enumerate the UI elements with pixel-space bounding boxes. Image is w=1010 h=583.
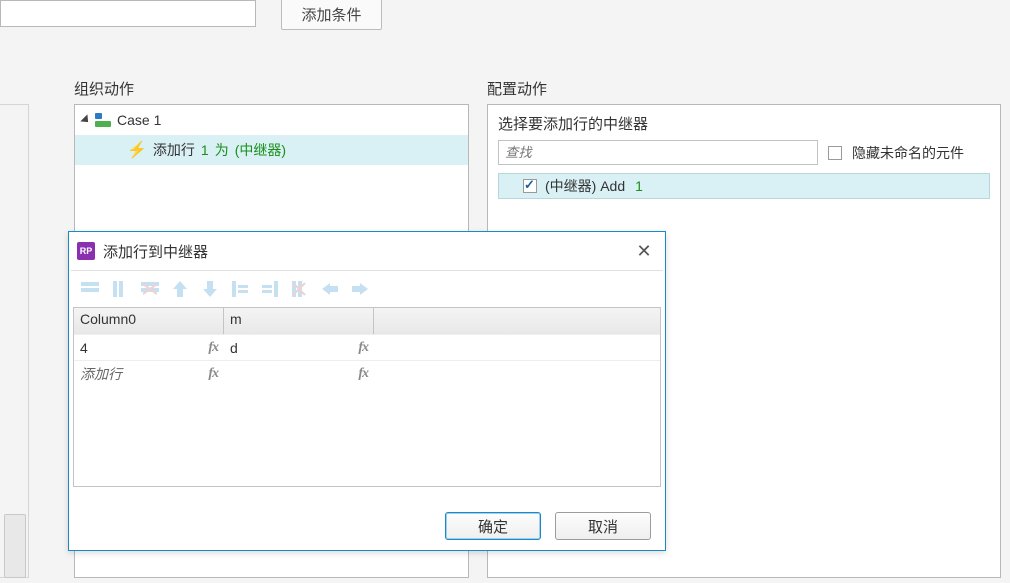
cell-value: d bbox=[230, 340, 238, 356]
cell-value: 添加行 bbox=[80, 364, 122, 384]
column-header-1[interactable]: m bbox=[224, 308, 374, 334]
grid-cell[interactable]: 添加行 fx bbox=[74, 361, 224, 386]
move-down-icon[interactable] bbox=[199, 280, 221, 298]
add-condition-button[interactable]: 添加条件 bbox=[281, 0, 382, 30]
dialog-title: 添加行到中继器 bbox=[103, 241, 633, 262]
grid-cell[interactable]: fx bbox=[224, 361, 374, 386]
case-icon bbox=[95, 113, 111, 127]
hide-unnamed-checkbox[interactable] bbox=[828, 146, 842, 160]
condition-input[interactable] bbox=[0, 0, 256, 27]
move-right-icon[interactable] bbox=[349, 280, 371, 298]
fx-icon[interactable]: fx bbox=[208, 366, 222, 382]
action-target: (中继器) bbox=[235, 140, 286, 160]
target-repeater-item[interactable]: (中继器) Add 1 bbox=[498, 173, 990, 199]
fx-icon[interactable]: fx bbox=[358, 340, 372, 356]
left-panel-scrollbar[interactable] bbox=[0, 104, 29, 578]
cancel-button[interactable]: 取消 bbox=[555, 512, 651, 540]
configure-actions-label: 配置动作 bbox=[487, 78, 547, 99]
case-label: Case 1 bbox=[117, 112, 161, 128]
data-grid[interactable]: Column0 m 4fx dfx 添加行fx fx bbox=[73, 307, 661, 487]
grid-cell[interactable] bbox=[374, 335, 660, 360]
search-input[interactable] bbox=[498, 140, 818, 165]
column-header-2[interactable] bbox=[374, 308, 660, 334]
target-label: (中继器) Add bbox=[545, 176, 625, 196]
grid-header: Column0 m bbox=[74, 308, 660, 334]
action-row[interactable]: ⚡ 添加行 1 为 (中继器) bbox=[75, 135, 468, 165]
bolt-icon: ⚡ bbox=[127, 140, 147, 160]
app-badge-icon: RP bbox=[77, 242, 95, 260]
add-column-icon[interactable] bbox=[109, 280, 131, 298]
cell-value: 4 bbox=[80, 340, 88, 356]
grid-row[interactable]: 4fx dfx bbox=[74, 334, 660, 360]
dialog-titlebar[interactable]: RP 添加行到中继器 ✕ bbox=[69, 232, 665, 270]
configure-title: 选择要添加行的中继器 bbox=[498, 113, 990, 134]
hide-unnamed-label: 隐藏未命名的元件 bbox=[852, 143, 964, 163]
grid-row[interactable]: 添加行 fx fx bbox=[74, 360, 660, 386]
fx-icon[interactable]: fx bbox=[358, 366, 372, 382]
column-header-0[interactable]: Column0 bbox=[74, 308, 224, 334]
insert-col-left-icon[interactable] bbox=[229, 280, 251, 298]
delete-row-icon[interactable] bbox=[139, 280, 161, 298]
case-row[interactable]: Case 1 bbox=[75, 105, 468, 135]
close-icon[interactable]: ✕ bbox=[633, 240, 655, 262]
grid-cell[interactable] bbox=[374, 361, 660, 386]
grid-cell[interactable]: d fx bbox=[224, 335, 374, 360]
move-left-icon[interactable] bbox=[319, 280, 341, 298]
grid-cell[interactable]: 4 fx bbox=[74, 335, 224, 360]
organize-actions-label: 组织动作 bbox=[74, 78, 134, 99]
insert-col-right-icon[interactable] bbox=[259, 280, 281, 298]
add-row-icon[interactable] bbox=[79, 280, 101, 298]
action-mid: 为 bbox=[215, 140, 229, 160]
action-count: 1 bbox=[201, 142, 209, 158]
action-prefix: 添加行 bbox=[153, 140, 195, 160]
delete-column-icon[interactable] bbox=[289, 280, 311, 298]
add-rows-dialog: RP 添加行到中继器 ✕ Column0 m 4fx dfx 添加行fx fx bbox=[68, 231, 666, 551]
fx-icon[interactable]: fx bbox=[208, 340, 222, 356]
move-up-icon[interactable] bbox=[169, 280, 191, 298]
target-checkbox[interactable] bbox=[523, 179, 537, 193]
target-count: 1 bbox=[635, 178, 643, 194]
ok-button[interactable]: 确定 bbox=[445, 512, 541, 540]
expand-toggle-icon[interactable] bbox=[80, 114, 91, 125]
dialog-toolbar bbox=[69, 271, 665, 307]
